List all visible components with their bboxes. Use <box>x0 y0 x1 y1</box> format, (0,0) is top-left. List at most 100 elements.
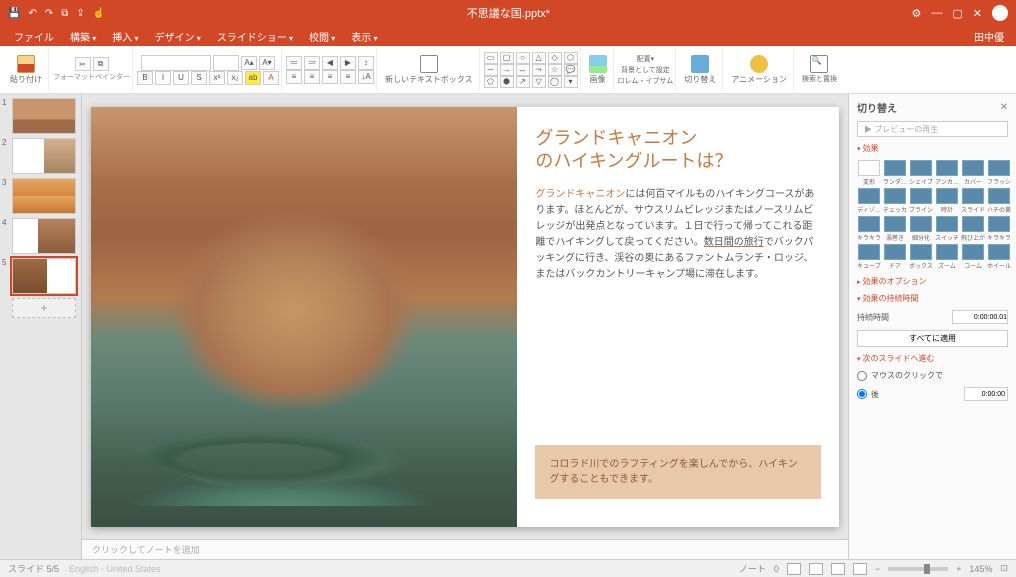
copy-button[interactable]: ⧉ <box>93 57 109 71</box>
font-name-input[interactable] <box>141 55 211 71</box>
set-bg-button[interactable]: 背景として設定 <box>621 65 670 75</box>
transition-15[interactable]: スイッチ <box>935 216 959 242</box>
menu-design[interactable]: デザイン <box>147 29 209 44</box>
transition-16[interactable]: 飛び上がる <box>961 216 985 242</box>
indent-right-button[interactable]: ▶ <box>340 56 356 70</box>
align-left-button[interactable]: ≡ <box>286 70 302 84</box>
qat-save-icon[interactable]: 💾 <box>8 8 20 19</box>
transition-22[interactable]: コーム <box>961 244 985 270</box>
shape-line[interactable]: ─ <box>484 64 498 76</box>
zoom-out-button[interactable]: − <box>875 564 880 574</box>
user-avatar[interactable] <box>992 5 1008 21</box>
slide-text-area[interactable]: グランドキャニオン のハイキングルートは？ グランドキャニオンには何百マイルもの… <box>517 107 839 527</box>
shrink-font-button[interactable]: A▾ <box>259 56 275 70</box>
shape-more2[interactable]: ⬢ <box>500 76 514 88</box>
qat-touch-icon[interactable]: ☝ <box>93 8 105 19</box>
section-advance[interactable]: 次のスライドへ進む <box>857 353 1008 364</box>
language-label[interactable]: English - United States <box>69 564 161 574</box>
menu-file[interactable]: ファイル <box>6 29 62 44</box>
fit-button[interactable]: ⊡ <box>1000 563 1008 574</box>
transition-23[interactable]: ホイール <box>987 244 1011 270</box>
comments-count[interactable]: 0 <box>774 564 779 574</box>
menu-slideshow[interactable]: スライドショー <box>209 29 301 44</box>
slide-body[interactable]: グランドキャニオンには何百マイルものハイキングコースがあります。ほとんどが、サウ… <box>535 187 821 283</box>
close-icon[interactable]: ✕ <box>973 7 982 20</box>
shape-expand[interactable]: ▾ <box>564 76 578 88</box>
slide-canvas[interactable]: グランドキャニオン のハイキングルートは？ グランドキャニオンには何百マイルもの… <box>82 94 848 539</box>
sorter-view-button[interactable] <box>809 563 823 575</box>
transition-3[interactable]: アンカ… <box>935 160 959 186</box>
zoom-level[interactable]: 145% <box>969 564 992 574</box>
thumbnail-slide-3[interactable] <box>12 178 76 214</box>
shape-more1[interactable]: ⬠ <box>484 76 498 88</box>
shape-star[interactable]: ☆ <box>548 64 562 76</box>
transition-5[interactable]: フラッシュ <box>987 160 1011 186</box>
line-spacing-button[interactable]: ↕ <box>358 56 374 70</box>
transition-8[interactable]: ブラインド <box>909 188 933 214</box>
transition-10[interactable]: スライド <box>961 188 985 214</box>
section-effects[interactable]: 効果 <box>857 143 1008 154</box>
italic-button[interactable]: I <box>155 71 171 85</box>
font-color-button[interactable]: A <box>263 71 279 85</box>
maximize-icon[interactable]: ▢ <box>952 7 962 20</box>
transition-12[interactable]: キラキラ <box>857 216 881 242</box>
shape-more5[interactable]: ◯ <box>548 76 562 88</box>
after-time-input[interactable] <box>964 387 1008 401</box>
transition-0[interactable]: 変形 <box>857 160 881 186</box>
animation-button[interactable]: アニメーション <box>727 53 791 87</box>
shape-curve[interactable]: ⤳ <box>532 64 546 76</box>
highlight-button[interactable]: ab <box>245 71 261 85</box>
menu-insert[interactable]: 挿入 <box>104 29 146 44</box>
transition-6[interactable]: ディゾ… <box>857 188 881 214</box>
shape-arrow[interactable]: → <box>500 64 514 76</box>
shape-hex[interactable]: ⬡ <box>564 52 578 64</box>
transition-11[interactable]: ハチの巣 <box>987 188 1011 214</box>
zoom-slider[interactable] <box>888 567 948 571</box>
bullets-button[interactable]: ≔ <box>286 56 302 70</box>
underline-button[interactable]: U <box>173 71 189 85</box>
slide[interactable]: グランドキャニオン のハイキングルートは？ グランドキャニオンには何百マイルもの… <box>91 107 839 527</box>
panel-close-icon[interactable]: ✕ <box>1000 102 1008 113</box>
slide-title[interactable]: グランドキャニオン のハイキングルートは？ <box>535 127 821 174</box>
shape-callout[interactable]: 💬 <box>564 64 578 76</box>
transition-7[interactable]: チェッカ… <box>883 188 907 214</box>
after-radio[interactable] <box>857 389 867 399</box>
menu-view[interactable]: 表示 <box>343 29 385 44</box>
section-effect-options[interactable]: 効果のオプション <box>857 276 1008 287</box>
slideshow-view-button[interactable] <box>853 563 867 575</box>
qat-undo-icon[interactable]: ↶ <box>28 8 36 19</box>
zoom-in-button[interactable]: + <box>956 564 961 574</box>
user-name[interactable]: 田中優 <box>974 29 1010 44</box>
new-textbox-button[interactable]: 新しいテキストボックス <box>381 53 477 87</box>
apply-all-button[interactable]: すべてに適用 <box>857 330 1008 347</box>
shape-diamond[interactable]: ◇ <box>548 52 562 64</box>
qat-redo-icon[interactable]: ↷ <box>45 8 53 19</box>
shape-circle[interactable]: ○ <box>516 52 530 64</box>
menu-review[interactable]: 校閲 <box>301 29 343 44</box>
transition-1[interactable]: ランダ… <box>883 160 907 186</box>
section-timing[interactable]: 効果の持続時間 <box>857 293 1008 304</box>
transition-20[interactable]: ボックス <box>909 244 933 270</box>
options-icon[interactable]: ⚙ <box>912 7 922 20</box>
format-painter-label[interactable]: フォーマットペインター <box>53 72 130 82</box>
transition-13[interactable]: 渦巻き <box>883 216 907 242</box>
slide-callout[interactable]: コロラド川でのラフティングを楽しんでから、ハイキングすることもできます。 <box>535 445 821 499</box>
notes-pane[interactable]: クリックしてノートを追加 <box>82 539 848 559</box>
normal-view-button[interactable] <box>787 563 801 575</box>
transition-9[interactable]: 時計 <box>935 188 959 214</box>
transition-4[interactable]: カバー <box>961 160 985 186</box>
shape-more3[interactable]: ↗ <box>516 76 530 88</box>
lorem-button[interactable]: ロレム・イプサム <box>618 76 674 86</box>
notes-toggle[interactable]: ノート <box>739 562 766 575</box>
justify-button[interactable]: ≡ <box>340 70 356 84</box>
find-replace-button[interactable]: 🔍 検索と置換 <box>798 53 841 86</box>
font-size-input[interactable] <box>213 55 239 71</box>
transition-17[interactable]: キラキラ <box>987 216 1011 242</box>
qat-copy-icon[interactable]: ⧉ <box>61 8 68 19</box>
slide-count-label[interactable]: スライド 5/5 <box>8 562 59 575</box>
transition-14[interactable]: 細分化 <box>909 216 933 242</box>
menu-build[interactable]: 構築 <box>62 29 104 44</box>
numbering-button[interactable]: ≕ <box>304 56 320 70</box>
strike-button[interactable]: S <box>191 71 207 85</box>
cut-button[interactable]: ✂ <box>75 57 91 71</box>
